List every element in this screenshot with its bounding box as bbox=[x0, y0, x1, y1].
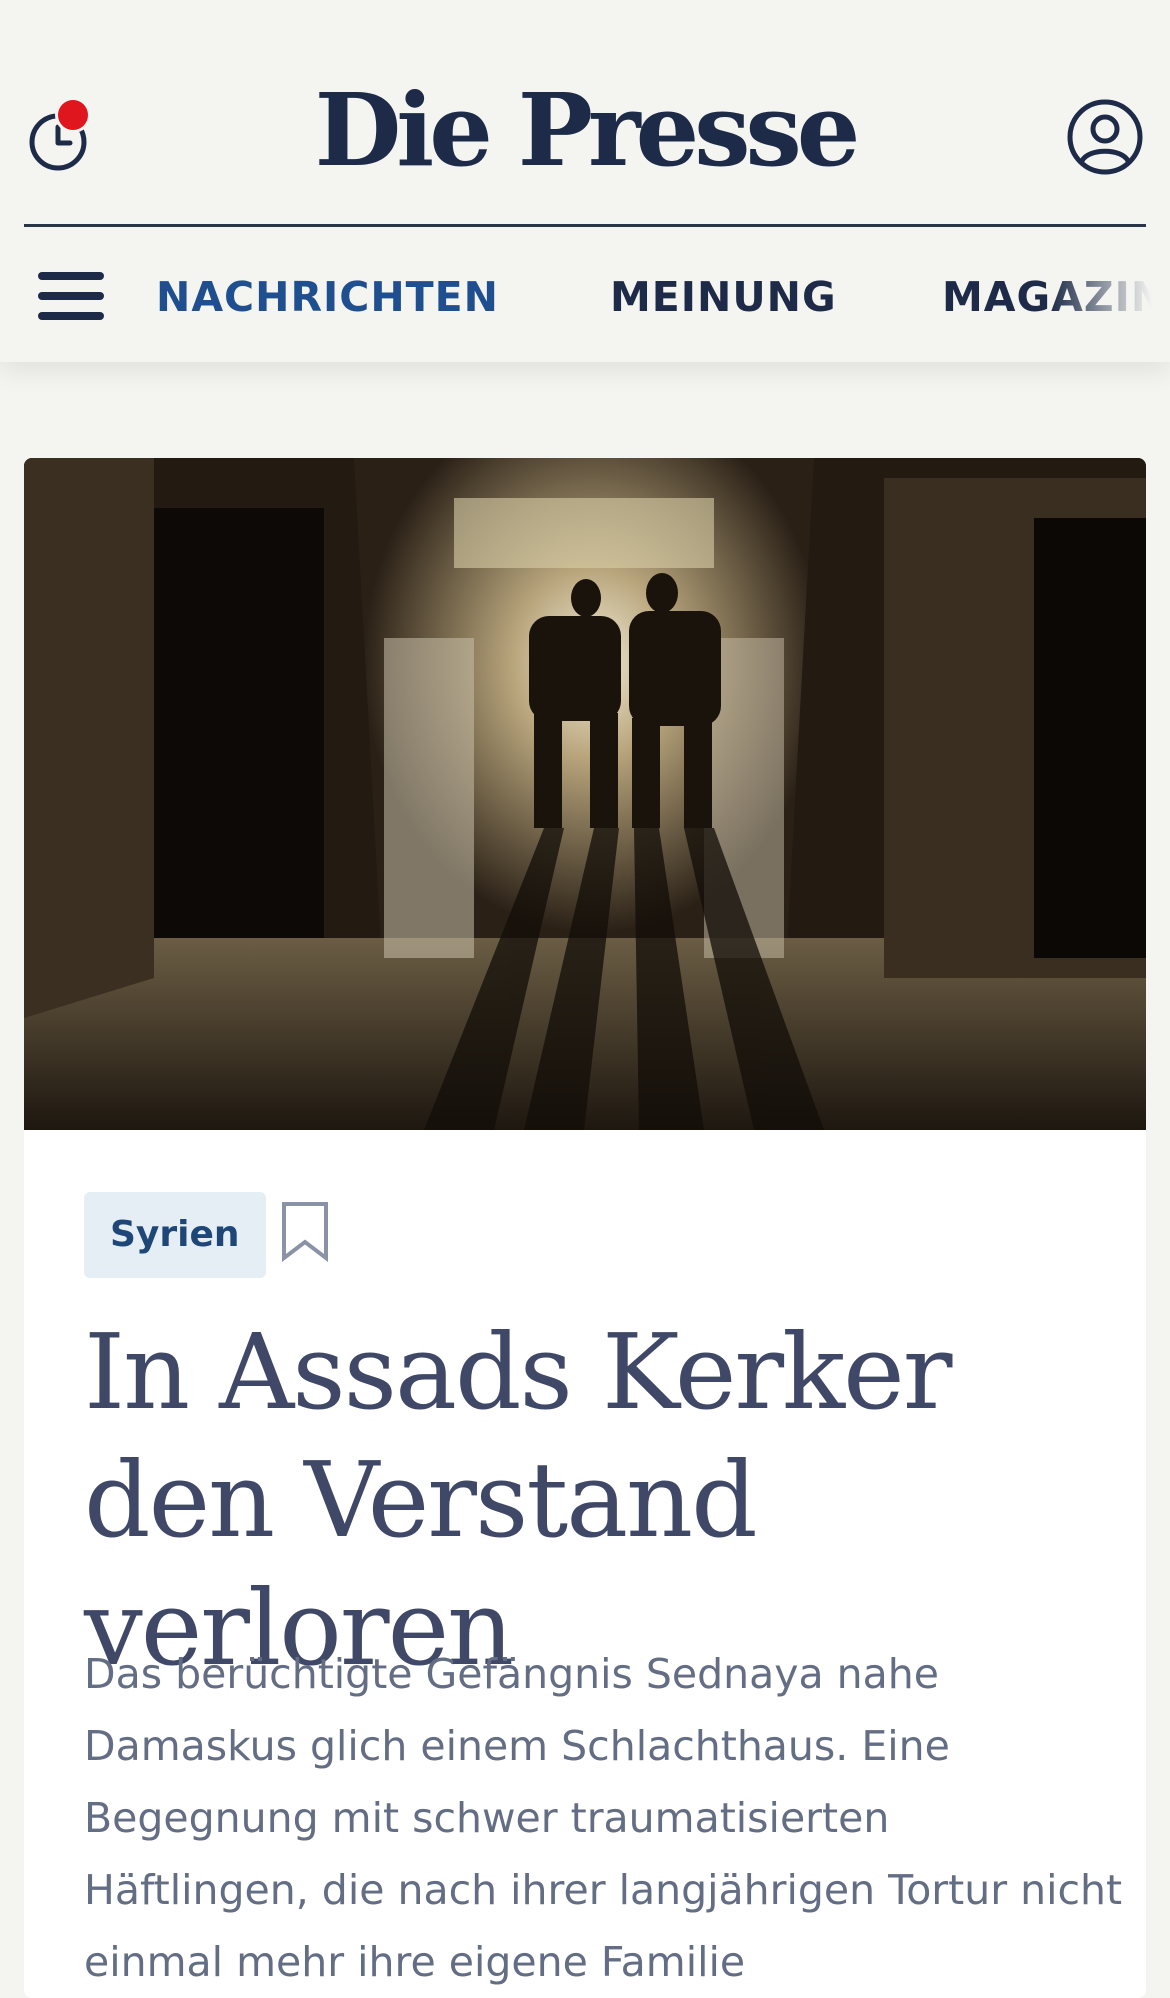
prison-corridor-photo bbox=[24, 458, 1146, 1130]
bookmark-button[interactable] bbox=[280, 1200, 336, 1272]
site-header: Die Presse NACHRICHTEN MEINUNG MAGAZIN bbox=[0, 0, 1170, 362]
topic-tag[interactable]: Syrien bbox=[84, 1192, 266, 1278]
account-button[interactable] bbox=[1066, 98, 1144, 176]
article-hero-image[interactable] bbox=[24, 458, 1146, 1130]
bookmark-icon bbox=[282, 1202, 328, 1263]
article-lead: Das berüchtigte Gefängnis Sednaya nahe D… bbox=[84, 1650, 1123, 1986]
article-headline[interactable]: In Assads Kerker den Verstand verloren bbox=[84, 1308, 1104, 1692]
reading-history-button[interactable] bbox=[26, 96, 96, 180]
article-teaser-card[interactable]: Syrien In Assads Kerker den Verstand ver… bbox=[24, 458, 1146, 1998]
header-divider bbox=[24, 224, 1146, 227]
tab-magazin[interactable]: MAGAZIN bbox=[942, 262, 1166, 332]
section-nav: NACHRICHTEN MEINUNG MAGAZIN bbox=[0, 262, 1170, 332]
tab-nachrichten[interactable]: NACHRICHTEN bbox=[156, 262, 499, 332]
site-logo[interactable]: Die Presse bbox=[300, 70, 870, 190]
tab-meinung[interactable]: MEINUNG bbox=[610, 262, 837, 332]
notification-dot bbox=[58, 100, 88, 130]
hamburger-menu-icon[interactable] bbox=[38, 268, 106, 324]
user-circle-icon bbox=[1067, 99, 1143, 175]
